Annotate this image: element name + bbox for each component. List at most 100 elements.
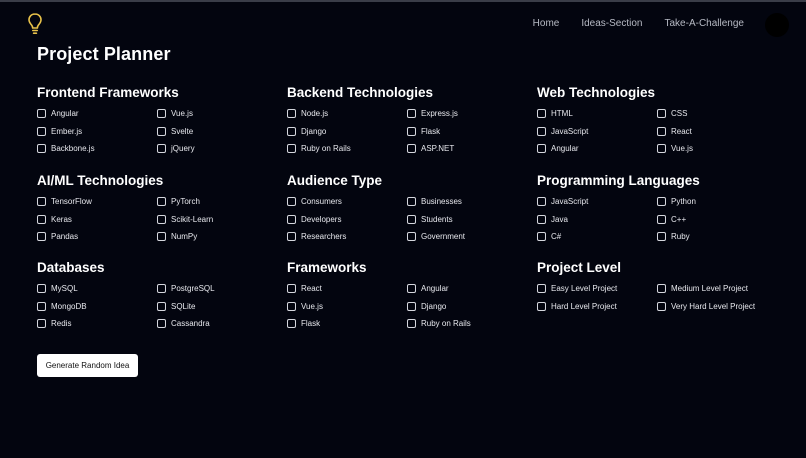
option-pytorch[interactable]: PyTorch bbox=[157, 195, 200, 207]
checkbox[interactable] bbox=[37, 231, 46, 241]
option-svelte[interactable]: Svelte bbox=[157, 125, 193, 137]
option-businesses[interactable]: Businesses bbox=[407, 195, 462, 207]
option-angular[interactable]: Angular bbox=[37, 107, 79, 119]
checkbox[interactable] bbox=[287, 108, 296, 118]
checkbox[interactable] bbox=[287, 231, 296, 241]
checkbox[interactable] bbox=[37, 196, 46, 206]
option-ruby-on-rails[interactable]: Ruby on Rails bbox=[287, 142, 351, 154]
checkbox[interactable] bbox=[537, 108, 546, 118]
checkbox[interactable] bbox=[407, 143, 416, 153]
option-csharp[interactable]: C# bbox=[537, 230, 561, 242]
checkbox[interactable] bbox=[157, 126, 166, 136]
checkbox[interactable] bbox=[657, 143, 666, 153]
avatar[interactable] bbox=[765, 13, 789, 37]
option-consumers[interactable]: Consumers bbox=[287, 195, 342, 207]
checkbox[interactable] bbox=[157, 108, 166, 118]
checkbox[interactable] bbox=[407, 196, 416, 206]
checkbox[interactable] bbox=[407, 283, 416, 293]
option-very-hard-level-project[interactable]: Very Hard Level Project bbox=[657, 300, 755, 312]
checkbox[interactable] bbox=[287, 143, 296, 153]
option-aspnet[interactable]: ASP.NET bbox=[407, 142, 454, 154]
checkbox[interactable] bbox=[657, 301, 666, 311]
nav-link-home[interactable]: Home bbox=[533, 18, 560, 29]
checkbox[interactable] bbox=[407, 108, 416, 118]
option-jquery[interactable]: jQuery bbox=[157, 142, 195, 154]
checkbox[interactable] bbox=[537, 214, 546, 224]
checkbox[interactable] bbox=[407, 214, 416, 224]
checkbox[interactable] bbox=[37, 301, 46, 311]
option-javascript[interactable]: JavaScript bbox=[537, 125, 588, 137]
checkbox[interactable] bbox=[287, 214, 296, 224]
checkbox[interactable] bbox=[157, 231, 166, 241]
option-government[interactable]: Government bbox=[407, 230, 465, 242]
checkbox[interactable] bbox=[657, 231, 666, 241]
option-angular[interactable]: Angular bbox=[537, 142, 579, 154]
checkbox[interactable] bbox=[657, 214, 666, 224]
option-mysql[interactable]: MySQL bbox=[37, 282, 78, 294]
option-keras[interactable]: Keras bbox=[37, 213, 72, 225]
checkbox[interactable] bbox=[157, 283, 166, 293]
checkbox[interactable] bbox=[657, 196, 666, 206]
option-postgresql[interactable]: PostgreSQL bbox=[157, 282, 215, 294]
option-developers[interactable]: Developers bbox=[287, 213, 341, 225]
option-medium-level-project[interactable]: Medium Level Project bbox=[657, 282, 748, 294]
checkbox[interactable] bbox=[37, 108, 46, 118]
checkbox[interactable] bbox=[407, 231, 416, 241]
lightbulb-icon[interactable] bbox=[27, 12, 43, 36]
option-angular[interactable]: Angular bbox=[407, 282, 449, 294]
checkbox[interactable] bbox=[537, 196, 546, 206]
option-sqlite[interactable]: SQLite bbox=[157, 300, 195, 312]
checkbox[interactable] bbox=[157, 301, 166, 311]
checkbox[interactable] bbox=[537, 301, 546, 311]
checkbox[interactable] bbox=[37, 143, 46, 153]
checkbox[interactable] bbox=[157, 318, 166, 328]
option-ruby[interactable]: Ruby bbox=[657, 230, 690, 242]
option-flask[interactable]: Flask bbox=[407, 125, 440, 137]
checkbox[interactable] bbox=[407, 126, 416, 136]
checkbox[interactable] bbox=[37, 126, 46, 136]
checkbox[interactable] bbox=[537, 231, 546, 241]
checkbox[interactable] bbox=[287, 126, 296, 136]
option-cassandra[interactable]: Cassandra bbox=[157, 317, 210, 329]
nav-link-ideas-section[interactable]: Ideas-Section bbox=[581, 18, 642, 29]
option-backbonejs[interactable]: Backbone.js bbox=[37, 142, 95, 154]
checkbox[interactable] bbox=[407, 301, 416, 311]
checkbox[interactable] bbox=[657, 283, 666, 293]
option-java[interactable]: Java bbox=[537, 213, 568, 225]
nav-link-take-a-challenge[interactable]: Take-A-Challenge bbox=[665, 18, 745, 29]
checkbox[interactable] bbox=[657, 126, 666, 136]
checkbox[interactable] bbox=[287, 196, 296, 206]
option-numpy[interactable]: NumPy bbox=[157, 230, 197, 242]
generate-random-idea-button[interactable]: Generate Random Idea bbox=[37, 354, 138, 377]
checkbox[interactable] bbox=[657, 108, 666, 118]
option-tensorflow[interactable]: TensorFlow bbox=[37, 195, 92, 207]
checkbox[interactable] bbox=[407, 318, 416, 328]
option-python[interactable]: Python bbox=[657, 195, 696, 207]
option-flask[interactable]: Flask bbox=[287, 317, 320, 329]
checkbox[interactable] bbox=[287, 301, 296, 311]
checkbox[interactable] bbox=[157, 214, 166, 224]
option-vuejs[interactable]: Vue.js bbox=[157, 107, 193, 119]
option-css[interactable]: CSS bbox=[657, 107, 687, 119]
option-easy-level-project[interactable]: Easy Level Project bbox=[537, 282, 617, 294]
checkbox[interactable] bbox=[287, 318, 296, 328]
option-javascript[interactable]: JavaScript bbox=[537, 195, 588, 207]
option-react[interactable]: React bbox=[657, 125, 692, 137]
option-vuejs[interactable]: Vue.js bbox=[287, 300, 323, 312]
option-mongodb[interactable]: MongoDB bbox=[37, 300, 87, 312]
checkbox[interactable] bbox=[37, 214, 46, 224]
checkbox[interactable] bbox=[287, 283, 296, 293]
option-vuejs[interactable]: Vue.js bbox=[657, 142, 693, 154]
option-redis[interactable]: Redis bbox=[37, 317, 71, 329]
option-html[interactable]: HTML bbox=[537, 107, 573, 119]
option-cpp[interactable]: C++ bbox=[657, 213, 686, 225]
checkbox[interactable] bbox=[537, 126, 546, 136]
option-researchers[interactable]: Researchers bbox=[287, 230, 346, 242]
option-nodejs[interactable]: Node.js bbox=[287, 107, 328, 119]
option-emberjs[interactable]: Ember.js bbox=[37, 125, 82, 137]
option-react[interactable]: React bbox=[287, 282, 322, 294]
option-scikit-learn[interactable]: Scikit-Learn bbox=[157, 213, 213, 225]
checkbox[interactable] bbox=[37, 318, 46, 328]
checkbox[interactable] bbox=[537, 143, 546, 153]
option-django[interactable]: Django bbox=[287, 125, 326, 137]
